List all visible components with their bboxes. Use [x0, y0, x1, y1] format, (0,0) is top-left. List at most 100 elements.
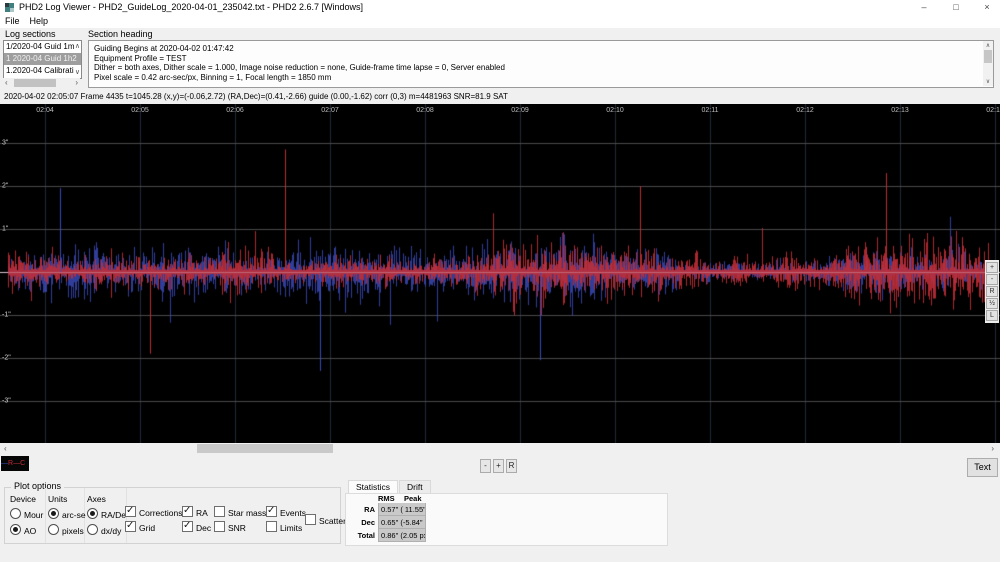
- time-tick-label: 02:08: [416, 107, 434, 114]
- checkbox-label: Dec: [196, 523, 211, 533]
- scroll-down-icon[interactable]: ∨: [75, 69, 80, 76]
- stats-row-value: 0.86" (2.05 px: [378, 529, 426, 542]
- phd2-log-viewer-window: PHD2 Log Viewer - PHD2_GuideLog_2020-04-…: [0, 0, 1000, 562]
- option-group-device: Device Mour AO: [7, 488, 46, 543]
- chart-scale-button--[interactable]: -: [986, 274, 998, 285]
- checkbox-ra[interactable]: RA: [182, 506, 208, 518]
- guide-chart[interactable]: 02:0402:0502:0602:0702:0802:0902:1002:11…: [0, 104, 1000, 443]
- radio-label: arc-se: [62, 510, 86, 520]
- y-tick-label: -3": [2, 398, 11, 405]
- stats-row-label: RA: [351, 503, 378, 516]
- radio-label: pixels: [62, 526, 84, 536]
- guide-chart-canvas[interactable]: [0, 104, 1000, 443]
- radio-ra-de[interactable]: RA/De: [87, 508, 126, 520]
- log-sections-hscrollbar[interactable]: ‹ ›: [3, 78, 80, 88]
- radio-pixels[interactable]: pixels: [48, 524, 84, 536]
- radio-ao[interactable]: AO: [10, 524, 36, 536]
- scroll-down-icon[interactable]: ∨: [983, 78, 993, 85]
- checkbox-icon[interactable]: [214, 521, 225, 532]
- checkbox-label: Events: [280, 508, 306, 518]
- stats-header-rms: RMS: [378, 494, 404, 503]
- radio-icon[interactable]: [10, 524, 21, 535]
- chart-hscroll-thumb[interactable]: [197, 444, 333, 453]
- checkbox-icon[interactable]: [266, 521, 277, 532]
- legend-segment: C: [20, 456, 25, 471]
- checkbox-scatter[interactable]: Scatter: [305, 514, 346, 526]
- series-legend: —R—C: [1, 456, 29, 471]
- radio-icon[interactable]: [48, 524, 59, 535]
- time-tick-label: 02:13: [891, 107, 909, 114]
- checkbox-icon[interactable]: [182, 506, 193, 517]
- log-section-item[interactable]: 1 2020-04 Guid 1h2: [4, 53, 81, 65]
- radio-arc-se[interactable]: arc-se: [48, 508, 86, 520]
- radio-dx-dy[interactable]: dx/dy: [87, 524, 121, 536]
- checkbox-icon[interactable]: [125, 506, 136, 517]
- section-heading-box: Guiding Begins at 2020-04-02 01:47:42Equ…: [88, 40, 994, 88]
- minimize-icon[interactable]: –: [916, 0, 932, 14]
- time-tick-label: 02:12: [796, 107, 814, 114]
- scroll-left-icon[interactable]: ‹: [5, 78, 8, 88]
- checkbox-label: RA: [196, 508, 208, 518]
- time-tick-label: 02:07: [321, 107, 339, 114]
- radio-label: RA/De: [101, 510, 126, 520]
- radio-icon[interactable]: [87, 524, 98, 535]
- chart-scale-button-L[interactable]: L: [986, 310, 998, 321]
- log-section-item[interactable]: 1.2020-04 Calibrati: [4, 65, 81, 77]
- section-vscrollbar[interactable]: ∧ ∨: [983, 41, 993, 86]
- chart-hscrollbar[interactable]: ‹ ›: [0, 443, 1000, 454]
- scroll-up-icon[interactable]: ∧: [75, 43, 80, 50]
- log-section-item[interactable]: 1/2020-04 Guid 1m: [4, 41, 81, 53]
- legend-segment: —: [13, 456, 20, 471]
- radio-mour[interactable]: Mour: [10, 508, 43, 520]
- scroll-right-icon[interactable]: ›: [991, 443, 994, 454]
- hscroll-thumb[interactable]: [14, 79, 56, 87]
- radio-icon[interactable]: [10, 508, 21, 519]
- scroll-left-icon[interactable]: ‹: [4, 443, 7, 454]
- checkbox-limits[interactable]: Limits: [266, 521, 302, 533]
- zoom-out-button[interactable]: -: [480, 459, 491, 473]
- checkbox-label: Scatter: [319, 516, 346, 526]
- y-tick-label: 2": [2, 183, 8, 190]
- chart-scale-button-½[interactable]: ½: [986, 298, 998, 309]
- checkbox-icon[interactable]: [266, 506, 277, 517]
- checkbox-icon[interactable]: [214, 506, 225, 517]
- menu-file[interactable]: File: [0, 15, 25, 28]
- chart-scale-button-R[interactable]: R: [986, 286, 998, 297]
- stats-row-dec: Dec0.65" (-5.84" (: [351, 516, 428, 529]
- checkbox-events[interactable]: Events: [266, 506, 306, 518]
- checkbox-grid[interactable]: Grid: [125, 521, 155, 533]
- section-heading-line: Equipment Profile = TEST: [94, 54, 979, 64]
- chart-side-buttons: +-R½L: [985, 260, 999, 323]
- checkbox-label: SNR: [228, 523, 246, 533]
- menu-help[interactable]: Help: [25, 15, 54, 28]
- scroll-right-icon[interactable]: ›: [75, 78, 78, 88]
- zoom-in-button[interactable]: +: [493, 459, 504, 473]
- chart-scale-button-+[interactable]: +: [986, 262, 998, 273]
- checkbox-icon[interactable]: [182, 521, 193, 532]
- window-title: PHD2 Log Viewer - PHD2_GuideLog_2020-04-…: [19, 2, 363, 12]
- time-tick-label: 02:04: [36, 107, 54, 114]
- scroll-up-icon[interactable]: ∧: [983, 42, 993, 49]
- status-line: 2020-04-02 02:05:07 Frame 4435 t=1045.28…: [0, 89, 1000, 104]
- stats-row-total: Total0.86" (2.05 px: [351, 529, 428, 542]
- checkbox-corrections[interactable]: Corrections: [125, 506, 182, 518]
- log-sections-list[interactable]: 1/2020-04 Guid 1m1 2020-04 Guid 1h21.202…: [3, 40, 82, 79]
- stats-row-ra: RA0.57" ( 11.55": [351, 503, 428, 516]
- checkbox-dec[interactable]: Dec: [182, 521, 211, 533]
- text-view-button[interactable]: Text: [967, 458, 998, 477]
- statistics-panel: RMSPeakRA0.57" ( 11.55"Dec0.65" (-5.84" …: [345, 493, 668, 546]
- vscroll-thumb[interactable]: [984, 50, 992, 63]
- y-tick-label: 3": [2, 140, 8, 147]
- checkbox-icon[interactable]: [125, 521, 136, 532]
- checkbox-icon[interactable]: [305, 514, 316, 525]
- checkbox-snr[interactable]: SNR: [214, 521, 246, 533]
- checkbox-star-mass[interactable]: Star mass: [214, 506, 266, 518]
- section-heading-line: Dither = both axes, Dither scale = 1.000…: [94, 63, 979, 73]
- maximize-icon[interactable]: □: [948, 0, 964, 14]
- option-group-header: Device: [10, 494, 36, 504]
- close-icon[interactable]: ×: [979, 0, 995, 14]
- zoom-reset-button[interactable]: R: [506, 459, 517, 473]
- radio-icon[interactable]: [87, 508, 98, 519]
- radio-icon[interactable]: [48, 508, 59, 519]
- option-group-axes: AxesRA/Dedx/dy: [84, 488, 127, 543]
